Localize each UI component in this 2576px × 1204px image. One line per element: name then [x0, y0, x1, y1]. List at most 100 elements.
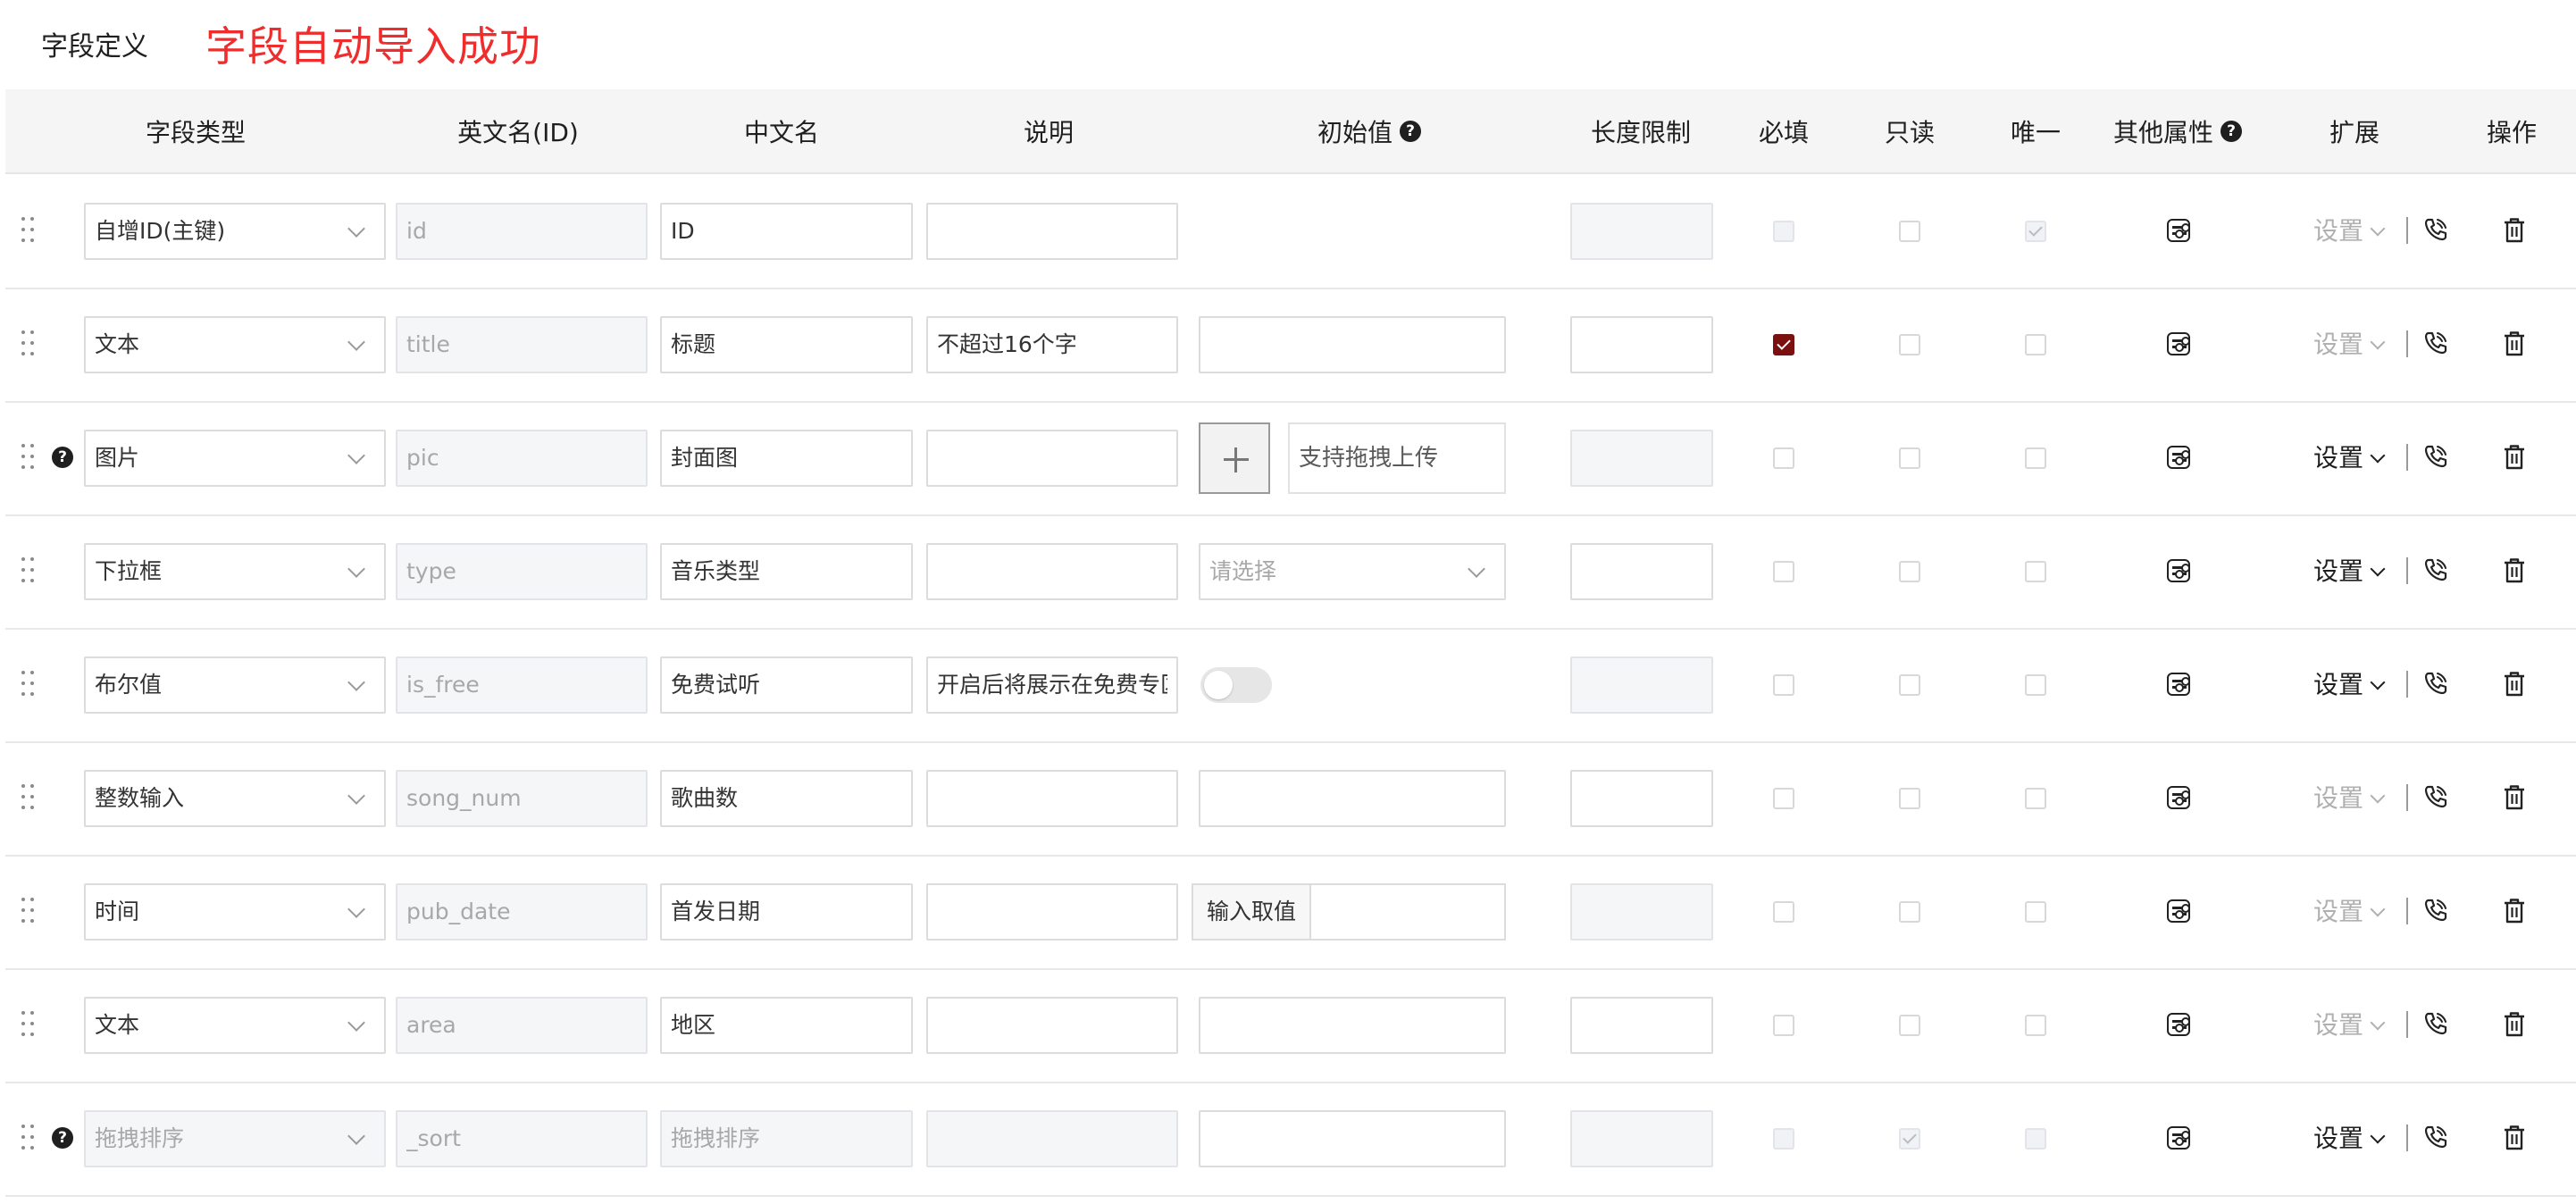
settings-sliders-icon[interactable] — [2167, 1013, 2190, 1036]
phone-hook-icon[interactable] — [2422, 897, 2449, 924]
readonly-checkbox[interactable] — [1899, 561, 1920, 582]
required-checkbox[interactable] — [1773, 561, 1794, 582]
required-checkbox[interactable] — [1773, 447, 1794, 469]
required-checkbox[interactable] — [1773, 334, 1794, 355]
readonly-checkbox[interactable] — [1899, 901, 1920, 923]
phone-hook-icon[interactable] — [2422, 1124, 2449, 1150]
cn-name-input[interactable]: 音乐类型 — [660, 543, 913, 600]
field-type-select[interactable]: 图片 — [84, 430, 386, 487]
cn-name-input[interactable]: 拖拽排序 — [660, 1110, 913, 1167]
desc-input[interactable] — [926, 770, 1178, 827]
cn-name-input[interactable]: 首发日期 — [660, 883, 913, 941]
phone-hook-icon[interactable] — [2422, 330, 2449, 356]
drag-handle-icon[interactable] — [21, 217, 36, 244]
max-length-input[interactable] — [1570, 543, 1713, 600]
unique-checkbox[interactable] — [2025, 901, 2046, 923]
required-checkbox[interactable] — [1773, 901, 1794, 923]
unique-checkbox[interactable] — [2025, 334, 2046, 355]
desc-input[interactable] — [926, 543, 1178, 600]
extend-settings-dropdown[interactable]: 设置 — [2313, 213, 2386, 249]
extend-settings-dropdown[interactable]: 设置 — [2313, 781, 2386, 816]
readonly-checkbox[interactable] — [1899, 788, 1920, 809]
drag-handle-icon[interactable] — [21, 444, 36, 471]
cn-name-input[interactable]: 标题 — [660, 316, 913, 373]
en-name-input[interactable]: type — [396, 543, 648, 600]
readonly-checkbox[interactable] — [1899, 334, 1920, 355]
default-value-select[interactable]: 请选择 — [1199, 543, 1506, 600]
en-name-input[interactable]: is_free — [396, 656, 648, 714]
field-type-select[interactable]: 整数输入 — [84, 770, 386, 827]
default-value-input-group[interactable]: 输入取值 — [1192, 883, 1506, 941]
desc-input[interactable] — [926, 203, 1178, 260]
cn-name-input[interactable]: 封面图 — [660, 430, 913, 487]
field-type-select[interactable]: 文本 — [84, 316, 386, 373]
max-length-input[interactable] — [1570, 656, 1713, 714]
unique-checkbox[interactable] — [2025, 561, 2046, 582]
en-name-input[interactable]: area — [396, 997, 648, 1054]
settings-sliders-icon[interactable] — [2167, 559, 2190, 582]
desc-input[interactable]: 开启后将展示在免费专区 — [926, 656, 1178, 714]
en-name-input[interactable]: pic — [396, 430, 648, 487]
field-type-select[interactable]: 文本 — [84, 997, 386, 1054]
required-checkbox[interactable] — [1773, 221, 1794, 242]
field-type-select[interactable]: 布尔值 — [84, 656, 386, 714]
default-value-input[interactable] — [1199, 770, 1506, 827]
max-length-input[interactable] — [1570, 203, 1713, 260]
max-length-input[interactable] — [1570, 316, 1713, 373]
default-value-toggle[interactable] — [1200, 667, 1272, 703]
extend-settings-dropdown[interactable]: 设置 — [2313, 327, 2386, 363]
settings-sliders-icon[interactable] — [2167, 786, 2190, 809]
cn-name-input[interactable]: 歌曲数 — [660, 770, 913, 827]
en-name-input[interactable]: title — [396, 316, 648, 373]
trash-icon[interactable] — [2503, 444, 2526, 471]
drag-handle-icon[interactable] — [21, 784, 36, 811]
max-length-input[interactable] — [1570, 430, 1713, 487]
required-checkbox[interactable] — [1773, 788, 1794, 809]
trash-icon[interactable] — [2503, 557, 2526, 584]
phone-hook-icon[interactable] — [2422, 670, 2449, 697]
default-value-input[interactable] — [1199, 316, 1506, 373]
desc-input[interactable] — [926, 883, 1178, 941]
trash-icon[interactable] — [2503, 217, 2526, 244]
extend-settings-dropdown[interactable]: 设置 — [2313, 1008, 2386, 1043]
question-circle-icon[interactable]: ? — [52, 1127, 73, 1149]
unique-checkbox[interactable] — [2025, 788, 2046, 809]
readonly-checkbox[interactable] — [1899, 674, 1920, 696]
drag-handle-icon[interactable] — [21, 1125, 36, 1151]
drag-handle-icon[interactable] — [21, 898, 36, 924]
desc-input[interactable] — [926, 997, 1178, 1054]
settings-sliders-icon[interactable] — [2167, 673, 2190, 696]
extend-settings-dropdown[interactable]: 设置 — [2313, 440, 2386, 476]
field-type-select[interactable]: 拖拽排序 — [84, 1110, 386, 1167]
upload-dropzone[interactable]: 支持拖拽上传 — [1288, 422, 1506, 494]
unique-checkbox[interactable] — [2025, 221, 2046, 242]
readonly-checkbox[interactable] — [1899, 1128, 1920, 1150]
field-type-select[interactable]: 自增ID(主键) — [84, 203, 386, 260]
field-type-select[interactable]: 时间 — [84, 883, 386, 941]
readonly-checkbox[interactable] — [1899, 447, 1920, 469]
settings-sliders-icon[interactable] — [2167, 219, 2190, 242]
phone-hook-icon[interactable] — [2422, 556, 2449, 583]
question-circle-icon[interactable]: ? — [52, 447, 73, 468]
max-length-input[interactable] — [1570, 1110, 1713, 1167]
settings-sliders-icon[interactable] — [2167, 1126, 2190, 1150]
unique-checkbox[interactable] — [2025, 1128, 2046, 1150]
trash-icon[interactable] — [2503, 1011, 2526, 1038]
field-type-select[interactable]: 下拉框 — [84, 543, 386, 600]
en-name-input[interactable]: id — [396, 203, 648, 260]
max-length-input[interactable] — [1570, 770, 1713, 827]
trash-icon[interactable] — [2503, 898, 2526, 924]
trash-icon[interactable] — [2503, 1125, 2526, 1151]
required-checkbox[interactable] — [1773, 1128, 1794, 1150]
max-length-input[interactable] — [1570, 883, 1713, 941]
desc-input[interactable] — [926, 430, 1178, 487]
extend-settings-dropdown[interactable]: 设置 — [2313, 554, 2386, 589]
trash-icon[interactable] — [2503, 671, 2526, 698]
required-checkbox[interactable] — [1773, 1015, 1794, 1036]
drag-handle-icon[interactable] — [21, 557, 36, 584]
desc-input[interactable]: 不超过16个字 — [926, 316, 1178, 373]
extend-settings-dropdown[interactable]: 设置 — [2313, 894, 2386, 930]
default-value-input[interactable] — [1199, 1110, 1506, 1167]
unique-checkbox[interactable] — [2025, 447, 2046, 469]
required-checkbox[interactable] — [1773, 674, 1794, 696]
